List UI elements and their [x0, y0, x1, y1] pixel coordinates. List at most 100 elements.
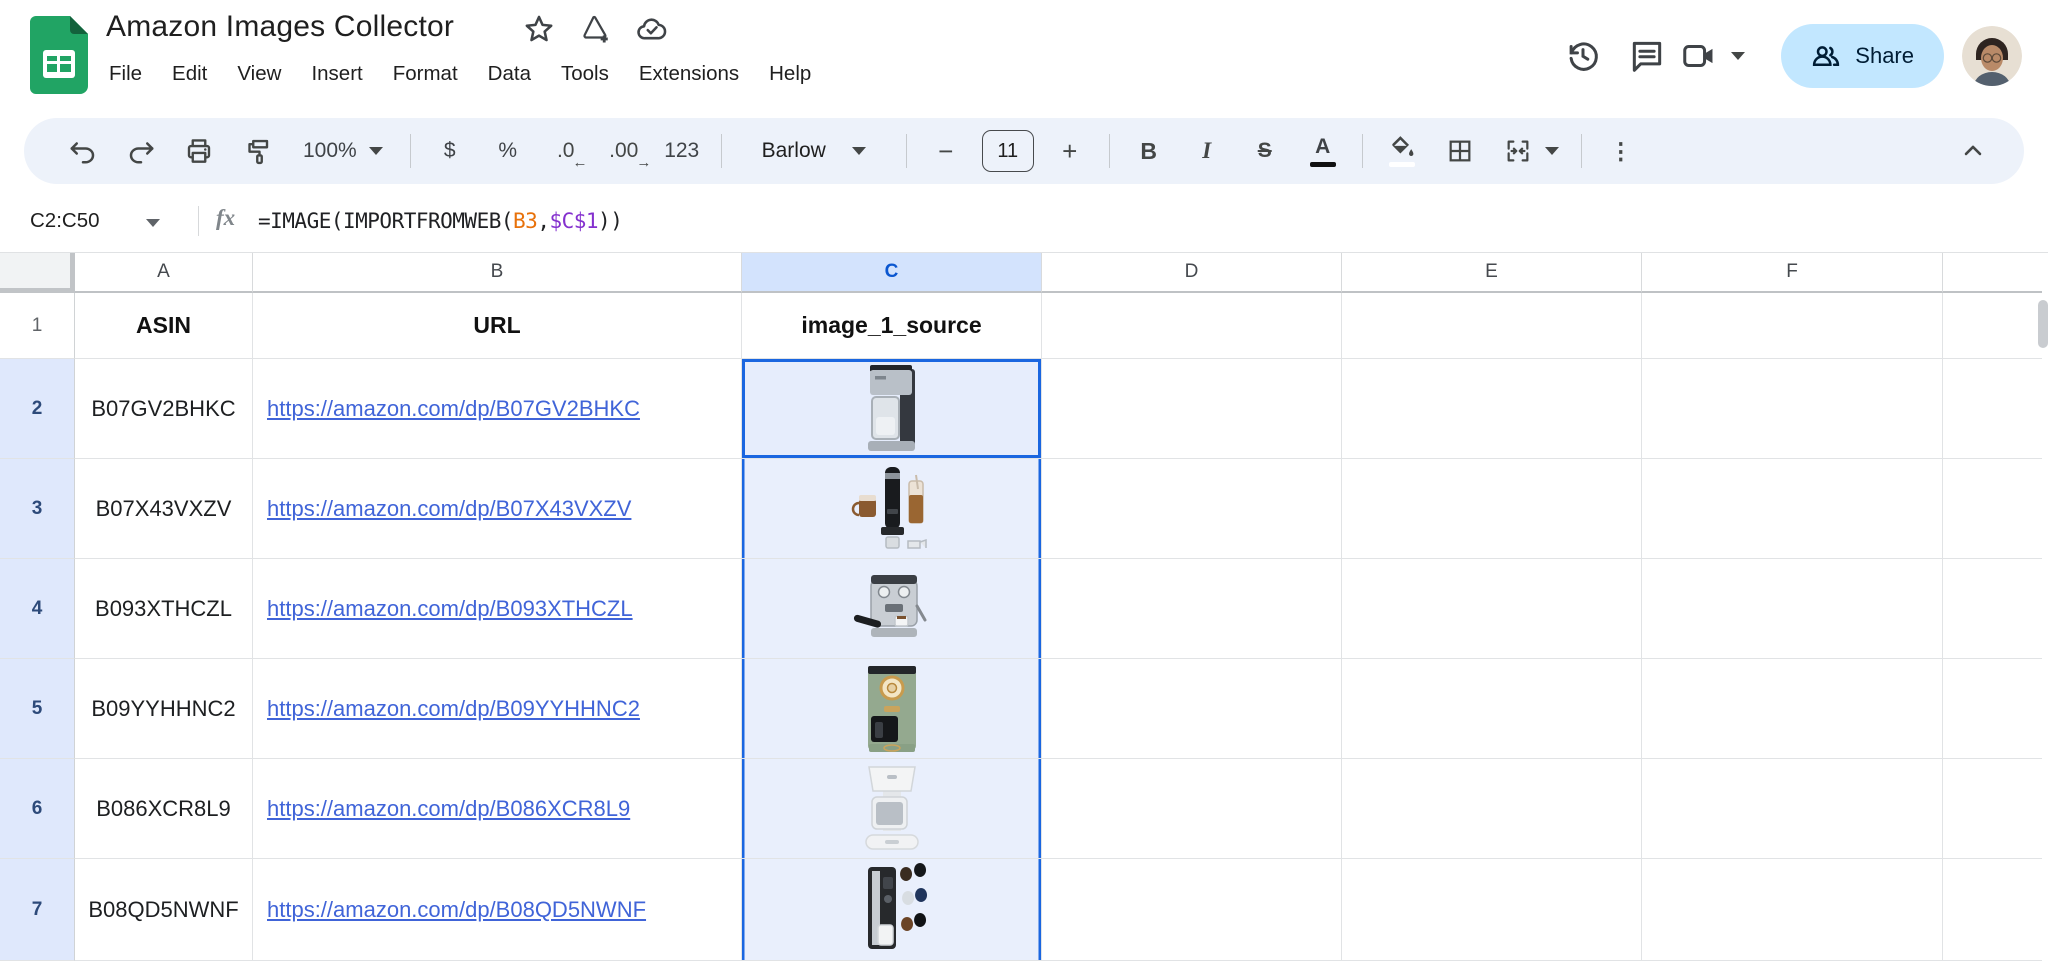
- menu-extensions[interactable]: Extensions: [624, 57, 754, 91]
- cell-f1[interactable]: [1642, 293, 1943, 359]
- cell-c5[interactable]: [742, 659, 1042, 759]
- cell-b2[interactable]: https://amazon.com/dp/B07GV2BHKC: [253, 359, 742, 459]
- undo-button[interactable]: [61, 129, 105, 173]
- row-header-7[interactable]: 7: [0, 859, 75, 961]
- column-header-d[interactable]: D: [1042, 253, 1342, 293]
- cell-b7[interactable]: https://amazon.com/dp/B08QD5NWNF: [253, 859, 742, 961]
- column-header-a[interactable]: A: [75, 253, 253, 293]
- print-button[interactable]: [177, 129, 221, 173]
- account-avatar[interactable]: [1962, 26, 2022, 86]
- menu-help[interactable]: Help: [754, 57, 826, 91]
- cell-g1[interactable]: [1943, 293, 2048, 359]
- url-link[interactable]: https://amazon.com/dp/B09YYHHNC2: [267, 696, 640, 722]
- column-header-partial[interactable]: [1943, 253, 2048, 293]
- url-link[interactable]: https://amazon.com/dp/B07X43VXZV: [267, 496, 631, 522]
- row-header-4[interactable]: 4: [0, 559, 75, 659]
- row-header-2[interactable]: 2: [0, 359, 75, 459]
- decrease-font-size-button[interactable]: −: [924, 129, 968, 173]
- more-toolbar-options-button[interactable]: ⋮: [1599, 129, 1643, 173]
- redo-button[interactable]: [119, 129, 163, 173]
- menu-file[interactable]: File: [94, 57, 157, 91]
- cell-a5[interactable]: B09YYHHNC2: [75, 659, 253, 759]
- merge-cells-button[interactable]: [1496, 129, 1540, 173]
- font-select[interactable]: Barlow: [739, 129, 889, 173]
- column-header-b[interactable]: B: [253, 253, 742, 293]
- row-header-1[interactable]: 1: [0, 293, 75, 359]
- name-box[interactable]: C2:C50: [30, 190, 100, 252]
- menu-tools[interactable]: Tools: [546, 57, 624, 91]
- cell-c3[interactable]: [742, 459, 1042, 559]
- row-header-5[interactable]: 5: [0, 659, 75, 759]
- cell-d6[interactable]: [1042, 759, 1342, 859]
- increase-decimal-button[interactable]: .00→: [602, 129, 646, 173]
- cell-d3[interactable]: [1042, 459, 1342, 559]
- star-icon[interactable]: [522, 12, 556, 46]
- cell-b6[interactable]: https://amazon.com/dp/B086XCR8L9: [253, 759, 742, 859]
- cell-e4[interactable]: [1342, 559, 1642, 659]
- format-currency-button[interactable]: $: [428, 129, 472, 173]
- cell-c6[interactable]: [742, 759, 1042, 859]
- cell-c1[interactable]: image_1_source: [742, 293, 1042, 359]
- cell-c2-active[interactable]: [742, 359, 1042, 459]
- increase-font-size-button[interactable]: +: [1048, 129, 1092, 173]
- cell-f3[interactable]: [1642, 459, 1943, 559]
- font-size-input[interactable]: 11: [982, 129, 1034, 173]
- url-link[interactable]: https://amazon.com/dp/B086XCR8L9: [267, 796, 630, 822]
- cell-d2[interactable]: [1042, 359, 1342, 459]
- column-header-f[interactable]: F: [1642, 253, 1943, 293]
- column-header-c[interactable]: C: [742, 253, 1042, 293]
- cell-d4[interactable]: [1042, 559, 1342, 659]
- cloud-status-icon[interactable]: [634, 12, 670, 46]
- cell-e3[interactable]: [1342, 459, 1642, 559]
- comments-icon[interactable]: [1615, 24, 1679, 88]
- cell-a6[interactable]: B086XCR8L9: [75, 759, 253, 859]
- paint-format-button[interactable]: [235, 129, 279, 173]
- cell-d1[interactable]: [1042, 293, 1342, 359]
- meet-video-button[interactable]: [1679, 37, 1745, 75]
- cell-a3[interactable]: B07X43VXZV: [75, 459, 253, 559]
- select-all-corner[interactable]: [0, 253, 75, 293]
- borders-button[interactable]: [1438, 129, 1482, 173]
- url-link[interactable]: https://amazon.com/dp/B08QD5NWNF: [267, 897, 646, 923]
- cell-g7[interactable]: [1943, 859, 2048, 961]
- cell-b4[interactable]: https://amazon.com/dp/B093XTHCZL: [253, 559, 742, 659]
- cell-f2[interactable]: [1642, 359, 1943, 459]
- cell-g2[interactable]: [1943, 359, 2048, 459]
- cell-c4[interactable]: [742, 559, 1042, 659]
- cell-e1[interactable]: [1342, 293, 1642, 359]
- cell-g6[interactable]: [1943, 759, 2048, 859]
- vertical-scrollbar-thumb[interactable]: [2038, 300, 2048, 348]
- merge-caret-icon[interactable]: [1540, 129, 1564, 173]
- url-link[interactable]: https://amazon.com/dp/B07GV2BHKC: [267, 396, 640, 422]
- row-header-3[interactable]: 3: [0, 459, 75, 559]
- name-box-caret-icon[interactable]: [146, 219, 160, 227]
- hide-menus-button[interactable]: [1951, 129, 1995, 173]
- italic-button[interactable]: I: [1185, 129, 1229, 173]
- cell-f7[interactable]: [1642, 859, 1943, 961]
- version-history-icon[interactable]: [1551, 24, 1615, 88]
- cell-a4[interactable]: B093XTHCZL: [75, 559, 253, 659]
- cell-b1[interactable]: URL: [253, 293, 742, 359]
- cell-g3[interactable]: [1943, 459, 2048, 559]
- menu-insert[interactable]: Insert: [296, 57, 377, 91]
- bold-button[interactable]: B: [1127, 129, 1171, 173]
- cell-f4[interactable]: [1642, 559, 1943, 659]
- cell-g5[interactable]: [1943, 659, 2048, 759]
- cell-e7[interactable]: [1342, 859, 1642, 961]
- menu-format[interactable]: Format: [378, 57, 473, 91]
- text-color-button[interactable]: A: [1301, 129, 1345, 173]
- move-icon[interactable]: [578, 12, 612, 46]
- vertical-scrollbar[interactable]: [2042, 253, 2048, 961]
- more-formats-button[interactable]: 123: [660, 129, 704, 173]
- cell-c7[interactable]: [742, 859, 1042, 961]
- fill-color-button[interactable]: [1380, 129, 1424, 173]
- cell-a1[interactable]: ASIN: [75, 293, 253, 359]
- cell-b5[interactable]: https://amazon.com/dp/B09YYHHNC2: [253, 659, 742, 759]
- strikethrough-button[interactable]: S: [1243, 129, 1287, 173]
- cell-e5[interactable]: [1342, 659, 1642, 759]
- cell-g4[interactable]: [1943, 559, 2048, 659]
- cell-b3[interactable]: https://amazon.com/dp/B07X43VXZV: [253, 459, 742, 559]
- share-button[interactable]: Share: [1781, 24, 1944, 88]
- column-header-e[interactable]: E: [1342, 253, 1642, 293]
- menu-data[interactable]: Data: [473, 57, 546, 91]
